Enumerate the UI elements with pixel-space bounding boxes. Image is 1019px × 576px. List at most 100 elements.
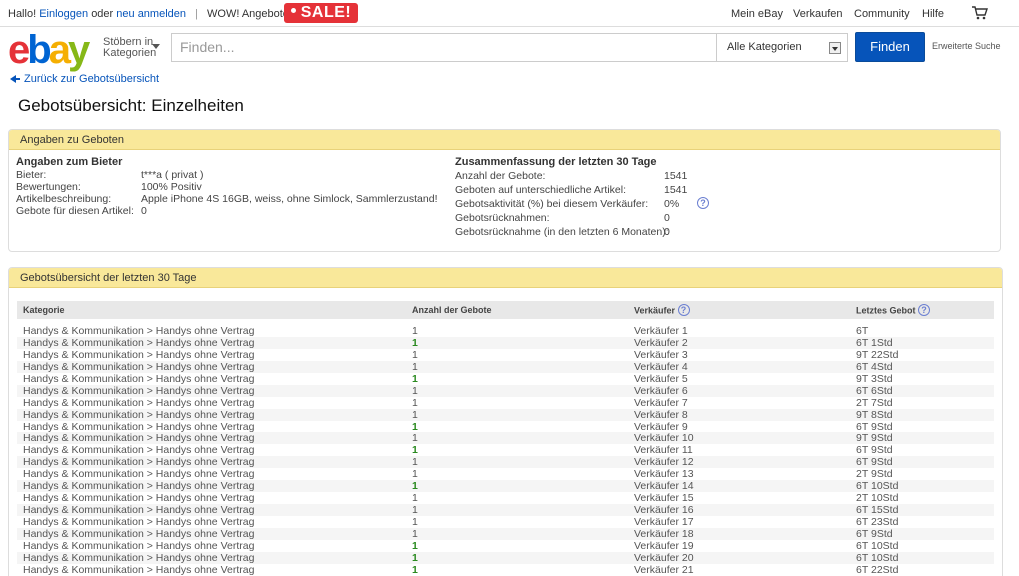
search-input[interactable]: Finden... bbox=[171, 33, 716, 62]
nav-sell[interactable]: Verkaufen bbox=[793, 8, 843, 20]
row-category: Handys & Kommunikation > Handys ohne Ver… bbox=[23, 468, 255, 481]
row-category: Handys & Kommunikation > Handys ohne Ver… bbox=[23, 420, 255, 433]
browse-categories-button[interactable]: Stöbern in Kategorien bbox=[103, 37, 156, 59]
row-category: Handys & Kommunikation > Handys ohne Ver… bbox=[23, 551, 255, 564]
row-last-bid: 6T 1Std bbox=[856, 336, 893, 349]
login-link[interactable]: Einloggen bbox=[39, 8, 88, 20]
bids-for-item-label: Gebote für diesen Artikel: bbox=[16, 205, 134, 217]
dropdown-arrow-icon[interactable] bbox=[829, 42, 841, 54]
bid-history-table: Handys & Kommunikation > Handys ohne Ver… bbox=[17, 325, 994, 576]
table-row[interactable]: Handys & Kommunikation > Handys ohne Ver… bbox=[17, 527, 994, 540]
row-category: Handys & Kommunikation > Handys ohne Ver… bbox=[23, 539, 255, 552]
row-category: Handys & Kommunikation > Handys ohne Ver… bbox=[23, 480, 255, 493]
row-bid-count: 1 bbox=[412, 325, 418, 337]
table-row[interactable]: Handys & Kommunikation > Handys ohne Ver… bbox=[17, 325, 994, 337]
retractions-label: Gebotsrücknahmen: bbox=[455, 212, 550, 224]
table-row[interactable]: Handys & Kommunikation > Handys ohne Ver… bbox=[17, 444, 994, 456]
row-bid-count: 1 bbox=[412, 492, 418, 505]
register-link[interactable]: neu anmelden bbox=[116, 8, 186, 20]
row-seller: Verkäufer 12 bbox=[634, 456, 694, 469]
row-seller: Verkäufer 19 bbox=[634, 539, 694, 552]
ratings-value: 100% Positiv bbox=[141, 181, 202, 193]
row-category: Handys & Kommunikation > Handys ohne Ver… bbox=[23, 384, 255, 397]
table-row[interactable]: Handys & Kommunikation > Handys ohne Ver… bbox=[17, 336, 994, 349]
row-seller: Verkäufer 18 bbox=[634, 527, 694, 540]
table-row[interactable]: Handys & Kommunikation > Handys ohne Ver… bbox=[17, 480, 994, 492]
bids-for-item-value: 0 bbox=[141, 205, 147, 217]
row-bid-count: 1 bbox=[412, 336, 418, 349]
row-last-bid: 2T 10Std bbox=[856, 492, 899, 505]
header-seller: Verkäufer ? bbox=[634, 304, 690, 317]
row-bid-count: 1 bbox=[412, 468, 418, 481]
table-row[interactable]: Handys & Kommunikation > Handys ohne Ver… bbox=[17, 564, 994, 576]
table-row[interactable]: Handys & Kommunikation > Handys ohne Ver… bbox=[17, 373, 994, 385]
row-bid-count: 1 bbox=[412, 360, 418, 373]
table-row[interactable]: Handys & Kommunikation > Handys ohne Ver… bbox=[17, 551, 994, 564]
row-category: Handys & Kommunikation > Handys ohne Ver… bbox=[23, 336, 255, 349]
table-row[interactable]: Handys & Kommunikation > Handys ohne Ver… bbox=[17, 504, 994, 516]
help-icon[interactable]: ? bbox=[918, 304, 931, 316]
table-row[interactable]: Handys & Kommunikation > Handys ohne Ver… bbox=[17, 384, 994, 397]
greeting-text: Hallo! bbox=[8, 8, 37, 20]
item-description-link[interactable]: Apple iPhone 4S 16GB, weiss, ohne Simloc… bbox=[141, 193, 437, 205]
row-bid-count: 1 bbox=[412, 563, 418, 576]
wow-deals-link[interactable]: WOW! Angebote bbox=[207, 8, 289, 20]
chevron-down-icon[interactable] bbox=[152, 44, 160, 49]
back-link[interactable]: Zurück zur Gebotsübersicht bbox=[10, 73, 159, 85]
table-row[interactable]: Handys & Kommunikation > Handys ohne Ver… bbox=[17, 516, 994, 528]
greeting-bar: Hallo! Einloggen oder neu anmelden | WOW… bbox=[8, 8, 289, 20]
row-seller: Verkäufer 13 bbox=[634, 468, 694, 481]
bidder-label: Bieter: bbox=[16, 169, 47, 181]
nav-community[interactable]: Community bbox=[854, 8, 910, 20]
header-category: Kategorie bbox=[23, 305, 65, 315]
row-last-bid: 6T 9Std bbox=[856, 444, 893, 457]
row-seller: Verkäufer 10 bbox=[634, 432, 694, 445]
row-last-bid: 2T 9Std bbox=[856, 468, 893, 481]
row-last-bid: 6T 4Std bbox=[856, 360, 893, 373]
row-category: Handys & Kommunikation > Handys ohne Ver… bbox=[23, 372, 255, 385]
distinct-items-value: 1541 bbox=[664, 184, 688, 196]
row-seller: Verkäufer 8 bbox=[634, 408, 688, 421]
category-select-value: Alle Kategorien bbox=[727, 41, 802, 53]
row-bid-count: 1 bbox=[412, 551, 418, 564]
ebay-logo[interactable]: ebay bbox=[8, 30, 90, 70]
category-select[interactable]: Alle Kategorien bbox=[716, 33, 848, 62]
table-row[interactable]: Handys & Kommunikation > Handys ohne Ver… bbox=[17, 408, 994, 421]
table-row[interactable]: Handys & Kommunikation > Handys ohne Ver… bbox=[17, 468, 994, 480]
row-bid-count: 1 bbox=[412, 539, 418, 552]
header-bid-count: Anzahl der Gebote bbox=[412, 305, 492, 315]
sale-banner[interactable]: SALE! bbox=[284, 3, 358, 23]
help-icon[interactable]: ? bbox=[697, 197, 709, 209]
table-header: Kategorie Anzahl der Gebote Verkäufer ? … bbox=[17, 301, 994, 319]
row-seller: Verkäufer 6 bbox=[634, 384, 688, 397]
seller-activity-label: Gebotsaktivität (%) bei diesem Verkäufer… bbox=[455, 198, 649, 210]
table-row[interactable]: Handys & Kommunikation > Handys ohne Ver… bbox=[17, 492, 994, 504]
scrollbar[interactable] bbox=[1008, 180, 1019, 576]
advanced-search-link[interactable]: Erweiterte Suche bbox=[932, 41, 1001, 51]
row-last-bid: 9T 22Std bbox=[856, 348, 899, 361]
row-seller: Verkäufer 2 bbox=[634, 336, 688, 349]
table-row[interactable]: Handys & Kommunikation > Handys ohne Ver… bbox=[17, 397, 994, 409]
row-seller: Verkäufer 5 bbox=[634, 372, 688, 385]
table-row[interactable]: Handys & Kommunikation > Handys ohne Ver… bbox=[17, 421, 994, 433]
nav-help[interactable]: Hilfe bbox=[922, 8, 944, 20]
browse-label-line2: Kategorien bbox=[103, 47, 157, 59]
find-button[interactable]: Finden bbox=[855, 32, 925, 62]
separator: | bbox=[195, 8, 198, 20]
row-seller: Verkäufer 15 bbox=[634, 492, 694, 505]
table-row[interactable]: Handys & Kommunikation > Handys ohne Ver… bbox=[17, 349, 994, 361]
retractions-6m-value: 0 bbox=[664, 226, 670, 238]
table-row[interactable]: Handys & Kommunikation > Handys ohne Ver… bbox=[17, 540, 994, 552]
row-seller: Verkäufer 17 bbox=[634, 516, 694, 528]
header-last-bid: Letztes Gebot ? bbox=[856, 304, 931, 317]
bid-count-label: Anzahl der Gebote: bbox=[455, 170, 546, 182]
help-icon[interactable]: ? bbox=[677, 304, 690, 316]
nav-my-ebay[interactable]: Mein eBay bbox=[731, 8, 783, 20]
row-seller: Verkäufer 9 bbox=[634, 420, 688, 433]
row-bid-count: 1 bbox=[412, 480, 418, 493]
table-row[interactable]: Handys & Kommunikation > Handys ohne Ver… bbox=[17, 432, 994, 444]
table-row[interactable]: Handys & Kommunikation > Handys ohne Ver… bbox=[17, 360, 994, 373]
cart-icon[interactable] bbox=[972, 6, 988, 20]
table-row[interactable]: Handys & Kommunikation > Handys ohne Ver… bbox=[17, 456, 994, 468]
row-category: Handys & Kommunikation > Handys ohne Ver… bbox=[23, 396, 255, 409]
